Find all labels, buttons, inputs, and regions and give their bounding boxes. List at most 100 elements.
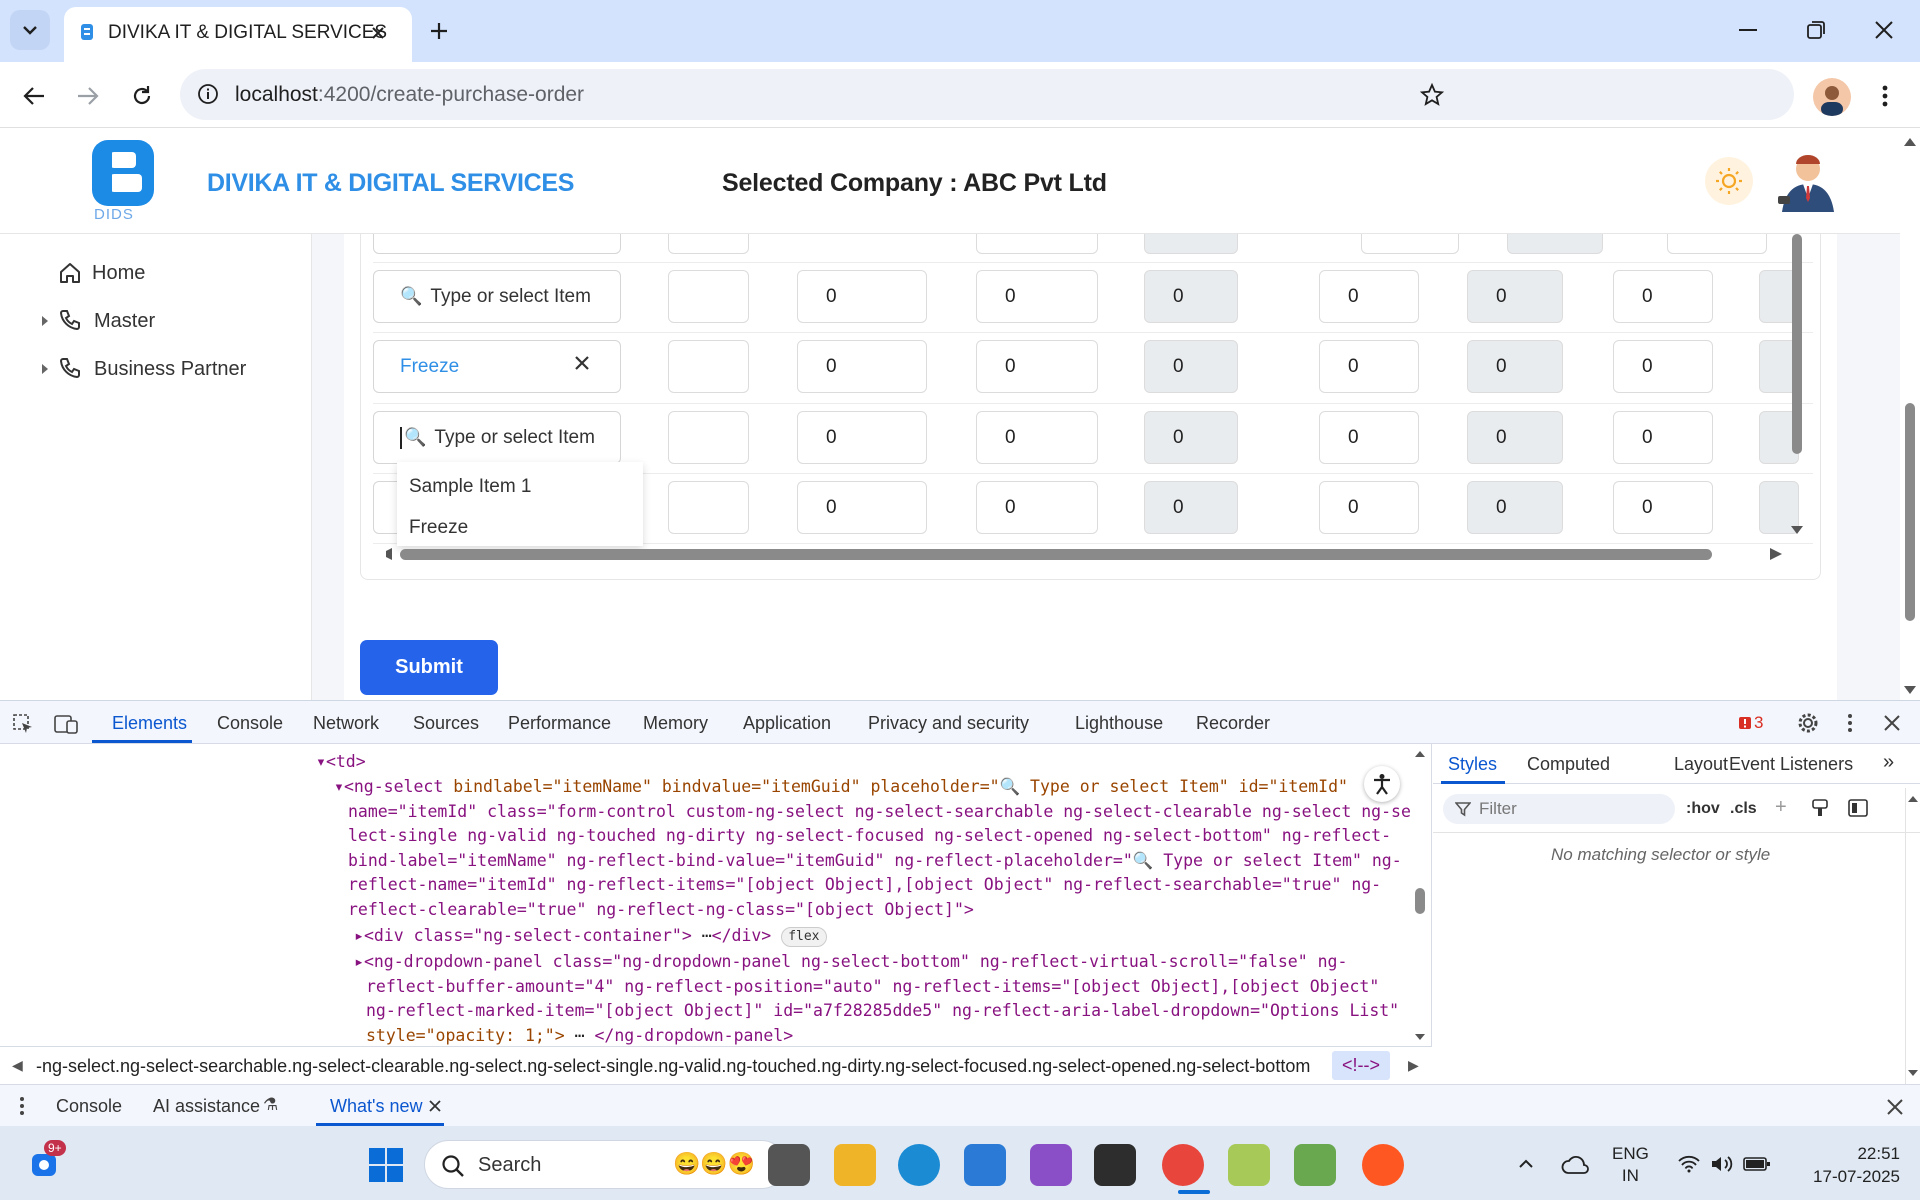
dropdown-option[interactable]: Sample Item 1 [409, 476, 532, 498]
breadcrumb-path[interactable]: -ng-select.ng-select-searchable.ng-selec… [36, 1056, 1326, 1077]
scroll-left-icon[interactable]: ◀ [12, 1057, 23, 1074]
volume-icon[interactable] [1708, 1150, 1736, 1178]
devtools-tab-sources[interactable]: Sources [413, 713, 479, 734]
devtools-tab-recorder[interactable]: Recorder [1196, 713, 1270, 734]
drawer-tab-whats-new[interactable]: What's new [330, 1096, 422, 1117]
table-cell-input[interactable] [668, 340, 749, 393]
wifi-icon[interactable] [1676, 1150, 1702, 1178]
devtools-tab-network[interactable]: Network [313, 713, 379, 734]
table-cell-input[interactable]: 0 [1319, 481, 1419, 534]
devtools-tab-privacy[interactable]: Privacy and security [868, 713, 1029, 734]
inspect-element-icon[interactable] [10, 711, 36, 737]
table-cell-input[interactable]: 0 [1613, 340, 1713, 393]
address-bar[interactable]: localhost:4200/create-purchase-order [180, 69, 1794, 120]
reload-icon[interactable] [124, 78, 160, 114]
sidebar-item-home[interactable]: Home [58, 253, 145, 293]
close-drawer-icon[interactable] [1882, 1095, 1908, 1119]
tab-event-listeners[interactable]: Event Listeners [1729, 754, 1853, 775]
windows-start-icon[interactable] [368, 1147, 404, 1183]
table-cell-input[interactable]: 0 [797, 411, 927, 464]
app-icon[interactable] [1294, 1144, 1336, 1186]
paint-brush-icon[interactable] [1809, 796, 1831, 820]
table-cell-input[interactable] [668, 270, 749, 323]
tab-styles[interactable]: Styles [1448, 754, 1497, 775]
dom-line-collapsed[interactable]: ▸<div class="ng-select-container"> ⋯</di… [354, 924, 827, 949]
more-tabs-icon[interactable]: » [1883, 751, 1894, 774]
devtools-tab-memory[interactable]: Memory [643, 713, 708, 734]
table-cell-input[interactable]: 0 [1613, 481, 1713, 534]
accessibility-icon[interactable] [1364, 766, 1400, 802]
close-window-icon[interactable] [1866, 12, 1902, 48]
copilot-icon[interactable]: 9+ [28, 1140, 66, 1180]
visual-studio-icon[interactable] [1030, 1144, 1072, 1186]
table-cell-partial[interactable] [1667, 234, 1767, 254]
tray-overflow-icon[interactable] [1512, 1150, 1540, 1178]
table-cell-partial[interactable] [1361, 234, 1459, 254]
tab-computed[interactable]: Computed [1527, 754, 1610, 775]
sidebar-item-business-partner[interactable]: Business Partner [40, 349, 246, 389]
devtools-tab-elements[interactable]: Elements [112, 713, 187, 734]
flex-badge[interactable]: flex [781, 926, 827, 947]
table-cell-input[interactable] [668, 411, 749, 464]
taskbar-search[interactable]: Search 😄😄😍 [424, 1140, 786, 1189]
devtools-tab-lighthouse[interactable]: Lighthouse [1075, 713, 1163, 734]
dom-line-collapsed[interactable]: ▸<ng-dropdown-panel class="ng-dropdown-p… [354, 950, 1347, 975]
table-cell-input[interactable]: 0 [976, 340, 1098, 393]
file-explorer-icon[interactable] [834, 1144, 876, 1186]
table-cell-input[interactable]: 0 [1613, 411, 1713, 464]
browser-menu-icon[interactable] [1870, 78, 1900, 114]
devtools-menu-icon[interactable] [1840, 709, 1860, 737]
settings-gear-icon[interactable] [1794, 709, 1822, 737]
cls-toggle[interactable]: .cls [1730, 800, 1757, 818]
dom-line[interactable]: ▾<ng-select bindlabel="itemName" bindval… [334, 775, 1348, 800]
hov-toggle[interactable]: :hov [1686, 800, 1720, 818]
profile-avatar[interactable] [1813, 78, 1851, 116]
table-vertical-scrollbar[interactable] [1790, 234, 1804, 534]
item-select-partial[interactable] [373, 234, 621, 254]
task-view-icon[interactable] [768, 1144, 810, 1186]
postman-icon[interactable] [1362, 1144, 1404, 1186]
devtools-tab-performance[interactable]: Performance [508, 713, 611, 734]
submit-button[interactable]: Submit [360, 640, 498, 695]
drawer-tab-ai-assistance[interactable]: AI assistance [153, 1096, 260, 1117]
table-cell-input[interactable]: 0 [797, 340, 927, 393]
theme-toggle-sun-icon[interactable] [1705, 157, 1753, 205]
restore-icon[interactable] [1798, 12, 1834, 48]
vscode-icon[interactable] [964, 1144, 1006, 1186]
language-indicator[interactable]: ENG IN [1612, 1143, 1649, 1187]
table-cell-input[interactable]: 0 [1319, 270, 1419, 323]
drawer-menu-icon[interactable] [12, 1093, 32, 1119]
breadcrumb-comment-node[interactable]: <!--> [1332, 1051, 1391, 1080]
devtools-tab-console[interactable]: Console [217, 713, 283, 734]
battery-icon[interactable] [1742, 1150, 1772, 1178]
back-arrow-icon[interactable] [16, 78, 52, 114]
toggle-sidebar-icon[interactable] [1847, 796, 1869, 820]
drawer-tab-console[interactable]: Console [56, 1096, 122, 1117]
table-cell-input[interactable]: 0 [1319, 340, 1419, 393]
close-tab-icon[interactable] [366, 21, 390, 45]
minimize-icon[interactable] [1730, 12, 1766, 48]
forward-arrow-icon[interactable] [70, 78, 106, 114]
tab-layout[interactable]: Layout [1674, 754, 1728, 775]
styles-filter-input[interactable]: Filter [1443, 794, 1675, 824]
table-cell-input[interactable]: 0 [976, 270, 1098, 323]
table-cell-input[interactable] [668, 481, 749, 534]
table-cell-input[interactable]: 0 [1319, 411, 1419, 464]
dom-line[interactable]: ▾<td> [316, 750, 366, 775]
table-cell-input[interactable]: 0 [976, 411, 1098, 464]
styles-scrollbar[interactable] [1907, 788, 1919, 1084]
sidebar-item-master[interactable]: Master [40, 301, 155, 341]
table-cell-input[interactable]: 0 [797, 481, 927, 534]
new-tab-icon[interactable] [424, 16, 454, 46]
close-whats-new-icon[interactable] [426, 1097, 444, 1115]
table-cell-input[interactable]: 0 [976, 481, 1098, 534]
table-cell-input[interactable]: 0 [1613, 270, 1713, 323]
page-scrollbar[interactable] [1900, 128, 1920, 700]
terminal-icon[interactable] [1094, 1144, 1136, 1186]
issues-counter[interactable]: 3 [1738, 713, 1763, 733]
table-cell-input[interactable]: 0 [797, 270, 927, 323]
table-cell-partial[interactable] [976, 234, 1098, 254]
onedrive-icon[interactable] [1560, 1150, 1590, 1180]
browser-tab[interactable]: DIVIKA IT & DIGITAL SERVICES [64, 7, 412, 62]
new-rule-icon[interactable]: + [1775, 796, 1787, 819]
